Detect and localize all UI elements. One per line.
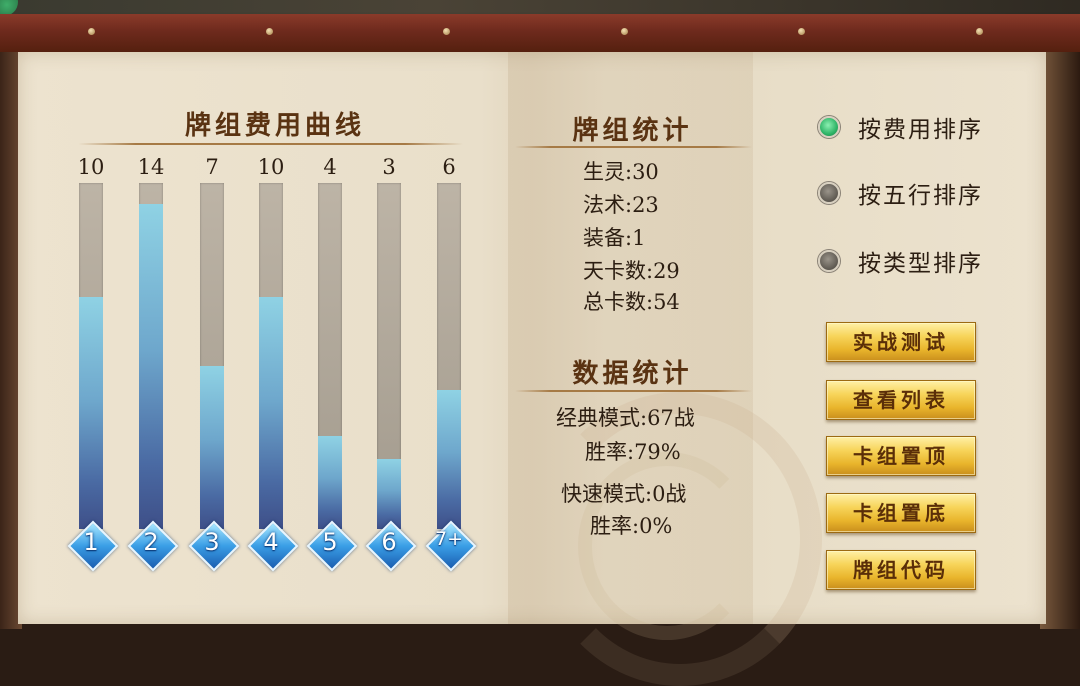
nail-icon	[798, 28, 805, 35]
bar-count-label: 6	[442, 155, 456, 179]
classic-mode-games: 经典模式:67战	[556, 406, 695, 430]
cost-curve-title: 牌组费用曲线	[184, 111, 365, 141]
bar-count-label: 14	[137, 155, 165, 179]
cost-label: 3	[204, 528, 220, 556]
cost-bar-track	[318, 183, 342, 529]
cost-gem-icon: 4	[247, 520, 299, 572]
deck-code-button[interactable]: 牌组代码	[826, 550, 976, 590]
sort-by-cost-option[interactable]: 按费用排序	[818, 110, 998, 144]
sort-by-type-option[interactable]: 按类型排序	[818, 244, 998, 278]
nail-icon	[443, 28, 450, 35]
cost-gem-icon: 6	[365, 520, 417, 572]
stat-equipment: 装备:1	[583, 226, 646, 250]
cost-bar	[139, 204, 163, 529]
cost-bar-track	[139, 183, 163, 529]
classic-mode-winrate: 胜率:79%	[585, 440, 681, 464]
nail-icon	[976, 28, 983, 35]
bar-count-label: 4	[323, 155, 337, 179]
bar-count-label: 3	[382, 155, 396, 179]
cost-label: 5	[322, 528, 338, 556]
cost-gem-icon: 5	[306, 520, 358, 572]
radio-button-icon	[818, 250, 840, 272]
cost-bar	[437, 390, 461, 529]
sort-option-label: 按费用排序	[858, 117, 983, 143]
button-label: 卡组置顶	[853, 444, 949, 468]
view-list-button[interactable]: 查看列表	[826, 380, 976, 420]
sort-option-label: 按类型排序	[858, 251, 983, 277]
cost-label: 7+	[434, 528, 463, 550]
deck-stats-title-divider	[515, 146, 752, 148]
radio-button-icon	[818, 182, 840, 204]
battle-test-button[interactable]: 实战测试	[826, 322, 976, 362]
nail-icon	[88, 28, 95, 35]
background-scene-strip	[0, 0, 1080, 16]
cost-label: 4	[263, 528, 279, 556]
cost-label: 1	[83, 528, 99, 556]
cost-gem-icon: 3	[188, 520, 240, 572]
stat-spells: 法术:23	[583, 193, 659, 217]
cost-label: 2	[143, 528, 159, 556]
sort-option-label: 按五行排序	[858, 183, 983, 209]
cost-bar	[377, 459, 401, 529]
bar-count-label: 7	[205, 155, 219, 179]
stat-creatures: 生灵:30	[583, 160, 659, 184]
cost-label: 6	[381, 528, 397, 556]
cost-bar	[259, 297, 283, 529]
cost-gem-icon: 7+	[425, 520, 477, 572]
stat-total-cards: 总卡数:54	[583, 290, 680, 314]
wooden-header-beam	[0, 14, 1080, 55]
button-label: 牌组代码	[853, 558, 949, 582]
frame-right	[1040, 52, 1080, 629]
radio-button-icon	[818, 116, 840, 138]
cost-bar	[200, 366, 224, 529]
cost-bar-track	[79, 183, 103, 529]
cost-gem-icon: 2	[127, 520, 179, 572]
data-stats-title: 数据统计	[572, 359, 693, 389]
cost-gem-icon: 1	[67, 520, 119, 572]
cost-bar-track	[259, 183, 283, 529]
quick-mode-winrate: 胜率:0%	[590, 514, 673, 538]
cost-bar-track	[437, 183, 461, 529]
button-label: 卡组置底	[853, 501, 949, 525]
cost-bar-track	[200, 183, 224, 529]
button-label: 查看列表	[853, 388, 949, 412]
deck-stats-title: 牌组统计	[572, 116, 693, 146]
bar-count-label: 10	[77, 155, 105, 179]
sort-by-element-option[interactable]: 按五行排序	[818, 176, 998, 210]
nail-icon	[621, 28, 628, 35]
stat-legendary-cards: 天卡数:29	[583, 259, 680, 283]
cost-bar	[318, 436, 342, 529]
button-label: 实战测试	[853, 330, 949, 354]
data-stats-title-divider	[515, 390, 752, 392]
cost-bar	[79, 297, 103, 529]
cost-curve-title-divider	[78, 143, 463, 145]
cost-bar-track	[377, 183, 401, 529]
nail-icon	[266, 28, 273, 35]
deck-pin-top-button[interactable]: 卡组置顶	[826, 436, 976, 476]
bar-count-label: 10	[257, 155, 285, 179]
deck-pin-bottom-button[interactable]: 卡组置底	[826, 493, 976, 533]
quick-mode-games: 快速模式:0战	[561, 482, 687, 506]
